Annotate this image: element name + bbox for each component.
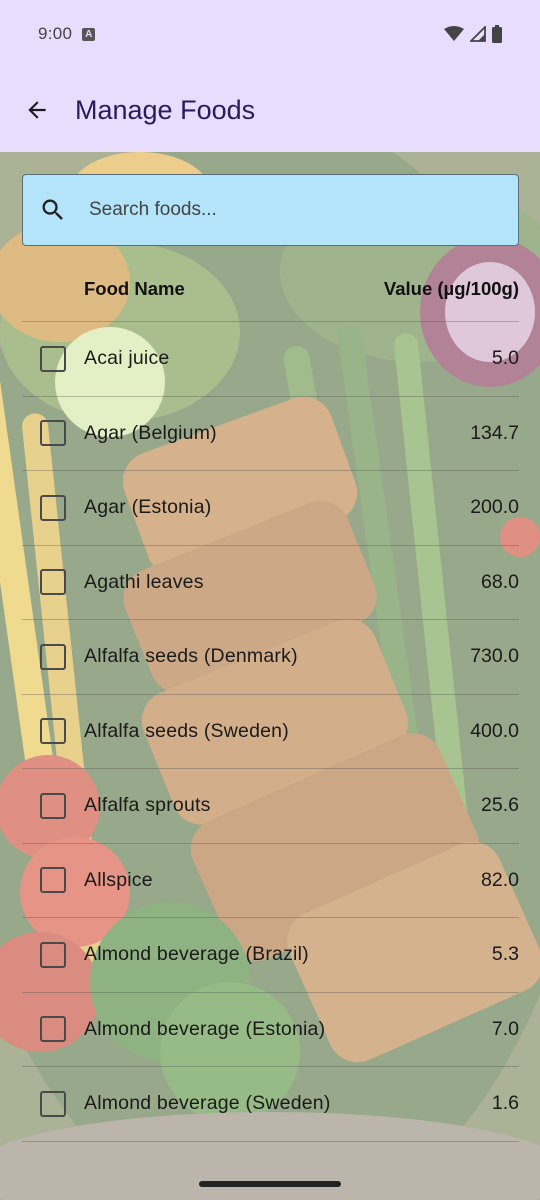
- food-name: Agathi leaves: [84, 570, 204, 593]
- food-value: 134.7: [470, 421, 519, 444]
- food-name: Alfalfa sprouts: [84, 794, 211, 817]
- row-checkbox[interactable]: [40, 569, 66, 596]
- row-checkbox[interactable]: [40, 718, 66, 745]
- table-row[interactable]: Acai juice 5.0: [22, 322, 519, 397]
- food-name: Alfalfa seeds (Denmark): [84, 645, 298, 668]
- row-checkbox[interactable]: [40, 792, 66, 819]
- food-value: 5.3: [491, 943, 519, 966]
- row-checkbox[interactable]: [40, 941, 66, 968]
- back-button[interactable]: [13, 86, 61, 134]
- row-checkbox[interactable]: [40, 643, 66, 670]
- search-bar[interactable]: [22, 174, 519, 246]
- page-title: Manage Foods: [75, 94, 256, 125]
- table-row[interactable]: Alfalfa seeds (Denmark) 730.0: [22, 620, 519, 695]
- food-name: Acai juice: [84, 347, 170, 370]
- food-name: Agar (Estonia): [84, 496, 212, 519]
- table-row[interactable]: Agar (Belgium) 134.7: [22, 397, 519, 471]
- food-name: Allspice: [84, 868, 153, 891]
- status-icons: [444, 25, 502, 43]
- column-header-value: Value (µg/100g): [383, 277, 519, 299]
- food-name: Agar (Belgium): [84, 421, 217, 444]
- column-header-food-name: Food Name: [84, 277, 185, 299]
- food-value: 200.0: [470, 496, 519, 519]
- status-time: 9:00: [38, 24, 73, 43]
- food-value: 68.0: [481, 570, 519, 593]
- food-value: 82.0: [481, 868, 519, 891]
- table-header: Food Name Value (µg/100g): [22, 256, 519, 322]
- food-name: Almond beverage (Sweden): [84, 1092, 331, 1115]
- signal-icon: [470, 26, 486, 42]
- row-checkbox[interactable]: [40, 494, 66, 521]
- row-checkbox[interactable]: [40, 867, 66, 894]
- row-checkbox[interactable]: [40, 420, 66, 447]
- row-checkbox[interactable]: [40, 1090, 66, 1117]
- food-name: Alfalfa seeds (Sweden): [84, 719, 289, 742]
- table-row[interactable]: Allspice 82.0: [22, 844, 519, 918]
- search-icon: [42, 199, 63, 220]
- wifi-icon: [444, 26, 464, 41]
- table-row[interactable]: Almond beverage (Brazil) 5.3: [22, 918, 519, 993]
- row-checkbox[interactable]: [40, 1016, 66, 1043]
- table-row[interactable]: Agar (Estonia) 200.0: [22, 471, 519, 546]
- battery-icon: [492, 25, 502, 43]
- food-name: Almond beverage (Brazil): [84, 943, 309, 966]
- food-value: 1.6: [491, 1092, 519, 1115]
- notification-badge-icon: A: [82, 27, 96, 41]
- food-value: 7.0: [491, 1017, 519, 1040]
- food-list-area: Food Name Value (µg/100g) Acai juice5.0A…: [0, 152, 540, 1200]
- search-input[interactable]: [89, 199, 489, 221]
- row-checkbox[interactable]: [40, 345, 66, 372]
- food-name: Almond beverage (Estonia): [84, 1017, 326, 1040]
- table-row[interactable]: Agathi leaves 68.0: [22, 546, 519, 620]
- food-value: 730.0: [470, 645, 519, 668]
- foods-table: Food Name Value (µg/100g) Acai juice 5.0 A…: [22, 256, 519, 1142]
- food-value: 5.0: [491, 347, 519, 370]
- food-value: 400.0: [470, 719, 519, 742]
- status-bar: 9:00 A: [0, 0, 540, 68]
- food-value: 25.6: [481, 794, 519, 817]
- app-bar: Manage Foods: [0, 68, 540, 152]
- table-row[interactable]: Almond beverage (Sweden) 1.6: [22, 1067, 519, 1142]
- table-row[interactable]: Almond beverage (Estonia) 7.0: [22, 993, 519, 1067]
- arrow-back-icon: [28, 101, 46, 119]
- home-indicator[interactable]: [199, 1181, 341, 1187]
- table-row[interactable]: Alfalfa seeds (Sweden) 400.0: [22, 695, 519, 769]
- table-row[interactable]: Alfalfa sprouts 25.6: [22, 769, 519, 844]
